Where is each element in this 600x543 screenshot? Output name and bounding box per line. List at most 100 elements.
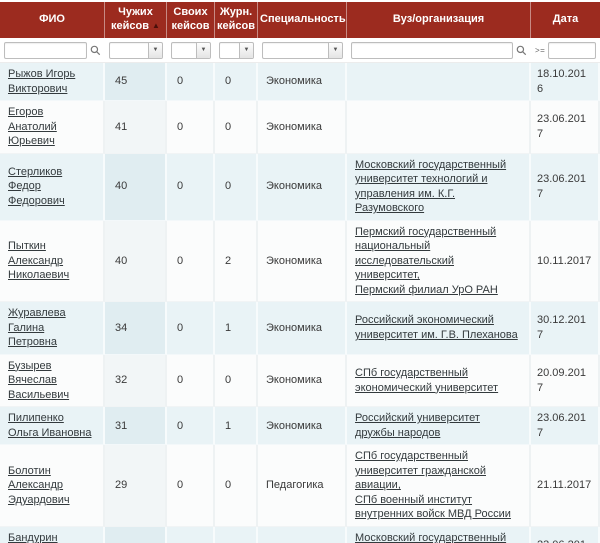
organization-link[interactable]: Российский экономический университет им.…: [355, 314, 518, 341]
fio-cell: Стерликов Федор Федорович: [0, 154, 105, 221]
fio-cell: Болотин Александр Эдуардович: [0, 445, 105, 527]
specialty-cell: Экономика: [258, 407, 347, 445]
own-cases-cell: 0: [167, 445, 215, 527]
journal-cases-cell: 0: [215, 527, 258, 543]
organization-filter-cell: [347, 38, 531, 63]
chevron-down-icon: ▼: [196, 43, 210, 58]
own-cases-cell: 0: [167, 302, 215, 355]
person-link[interactable]: Рыжов Игорь Викторович: [8, 68, 75, 95]
search-icon: [516, 45, 527, 56]
specialty-cell: Экономика: [258, 527, 347, 543]
fio-filter-input[interactable]: [4, 42, 87, 59]
chevron-down-icon: ▼: [239, 43, 253, 58]
organization-link[interactable]: Российский университет дружбы народов: [355, 412, 480, 439]
organization-link[interactable]: Пермский государственный национальный ис…: [355, 226, 496, 282]
date-cell: 23.06.2017: [531, 527, 600, 543]
organization-cell: Российский экономический университет им.…: [347, 302, 531, 355]
own-cases-cell: 0: [167, 355, 215, 408]
journal-cases-filter-select[interactable]: ▼: [219, 42, 254, 59]
own-cases-cell: 0: [167, 221, 215, 303]
cases-ranking-table: ФИО Чужих кейсов▲ Своих кейсов Журн. кей…: [0, 0, 600, 543]
organization-link[interactable]: Московский государственный институт инду…: [355, 532, 520, 543]
column-header-others-cases[interactable]: Чужих кейсов▲: [105, 2, 167, 38]
others-cases-cell: 45: [105, 63, 167, 101]
specialty-cell: Педагогика: [258, 445, 347, 527]
person-link[interactable]: Бузырев Вячеслав Васильевич: [8, 360, 69, 401]
chevron-down-icon: ▼: [328, 43, 342, 58]
journal-cases-cell: 0: [215, 63, 258, 101]
others-cases-cell: 29: [105, 445, 167, 527]
specialty-filter-select[interactable]: ▼: [262, 42, 343, 59]
organization-cell: Пермский государственный национальный ис…: [347, 221, 531, 303]
column-label: Чужих кейсов: [111, 6, 153, 32]
column-header-specialty[interactable]: Специальность: [258, 2, 347, 38]
organization-link[interactable]: Пермский филиал УрО РАН: [355, 284, 498, 296]
others-cases-cell: 31: [105, 407, 167, 445]
table-row: Стерликов Федор Федорович 40 0 0 Экономи…: [0, 154, 600, 221]
others-cases-cell: 29: [105, 527, 167, 543]
column-label: Журн. кейсов: [217, 6, 255, 32]
column-header-date[interactable]: Дата: [531, 2, 600, 38]
organization-link[interactable]: СПб военный институт внутренних войск МВ…: [355, 494, 511, 521]
others-cases-cell: 32: [105, 355, 167, 408]
fio-cell: Журавлева Галина Петровна: [0, 302, 105, 355]
organization-cell: [347, 63, 531, 101]
person-link[interactable]: Стерликов Федор Федорович: [8, 166, 65, 207]
fio-cell: Пилипенко Ольга Ивановна: [0, 407, 105, 445]
person-link[interactable]: Журавлева Галина Петровна: [8, 307, 66, 348]
organization-link[interactable]: СПб государственный университет гражданс…: [355, 450, 486, 491]
own-cases-cell: 0: [167, 407, 215, 445]
chevron-down-icon: ▼: [148, 43, 162, 58]
column-header-fio[interactable]: ФИО: [0, 2, 105, 38]
date-filter-input[interactable]: [548, 42, 596, 59]
organization-cell: СПб государственный экономический универ…: [347, 355, 531, 408]
table-row: Рыжов Игорь Викторович 45 0 0 Экономика …: [0, 63, 600, 101]
journal-cases-cell: 1: [215, 407, 258, 445]
date-cell: 23.06.2017: [531, 101, 600, 154]
others-cases-cell: 34: [105, 302, 167, 355]
table-row: Болотин Александр Эдуардович 29 0 0 Педа…: [0, 445, 600, 527]
organization-cell: Московский государственный университет т…: [347, 154, 531, 221]
journal-cases-cell: 0: [215, 154, 258, 221]
own-cases-cell: 0: [167, 101, 215, 154]
own-cases-filter-cell: ▼: [167, 38, 215, 63]
organization-filter-input[interactable]: [351, 42, 513, 59]
sort-ascending-icon: ▲: [152, 21, 160, 30]
specialty-cell: Экономика: [258, 221, 347, 303]
own-cases-cell: 0: [167, 63, 215, 101]
person-link[interactable]: Пилипенко Ольга Ивановна: [8, 412, 92, 439]
fio-cell: Рыжов Игорь Викторович: [0, 63, 105, 101]
date-cell: 21.11.2017: [531, 445, 600, 527]
person-link[interactable]: Болотин Александр Эдуардович: [8, 465, 70, 506]
date-operator-label: >=: [535, 46, 545, 55]
fio-cell: Егоров Анатолий Юрьевич: [0, 101, 105, 154]
organization-link[interactable]: СПб государственный экономический универ…: [355, 367, 498, 394]
others-cases-filter-select[interactable]: ▼: [109, 42, 163, 59]
organization-link[interactable]: Московский государственный университет т…: [355, 159, 506, 215]
specialty-cell: Экономика: [258, 355, 347, 408]
table-row: Пилипенко Ольга Ивановна 31 0 1 Экономик…: [0, 407, 600, 445]
column-label: Специальность: [260, 13, 346, 25]
person-link[interactable]: Пыткин Александр Николаевич: [8, 240, 69, 281]
own-cases-cell: 0: [167, 527, 215, 543]
others-cases-filter-cell: ▼: [105, 38, 167, 63]
column-label: Вуз/организация: [393, 13, 484, 25]
column-header-journal-cases[interactable]: Журн. кейсов: [215, 2, 258, 38]
person-link[interactable]: Егоров Анатолий Юрьевич: [8, 106, 57, 147]
journal-cases-filter-cell: ▼: [215, 38, 258, 63]
date-cell: 23.06.2017: [531, 154, 600, 221]
table-row: Бандурин Александр Владимирович 29 0 0 Э…: [0, 527, 600, 543]
person-link[interactable]: Бандурин Александр Владимирович: [8, 532, 84, 543]
organization-cell: Российский университет дружбы народов: [347, 407, 531, 445]
own-cases-cell: 0: [167, 154, 215, 221]
own-cases-filter-select[interactable]: ▼: [171, 42, 211, 59]
column-label: Своих кейсов: [172, 6, 210, 32]
column-label: ФИО: [39, 13, 65, 25]
specialty-cell: Экономика: [258, 154, 347, 221]
journal-cases-cell: 0: [215, 101, 258, 154]
date-cell: 30.12.2017: [531, 302, 600, 355]
column-header-own-cases[interactable]: Своих кейсов: [167, 2, 215, 38]
journal-cases-cell: 0: [215, 445, 258, 527]
column-header-organization[interactable]: Вуз/организация: [347, 2, 531, 38]
search-icon: [90, 45, 101, 56]
